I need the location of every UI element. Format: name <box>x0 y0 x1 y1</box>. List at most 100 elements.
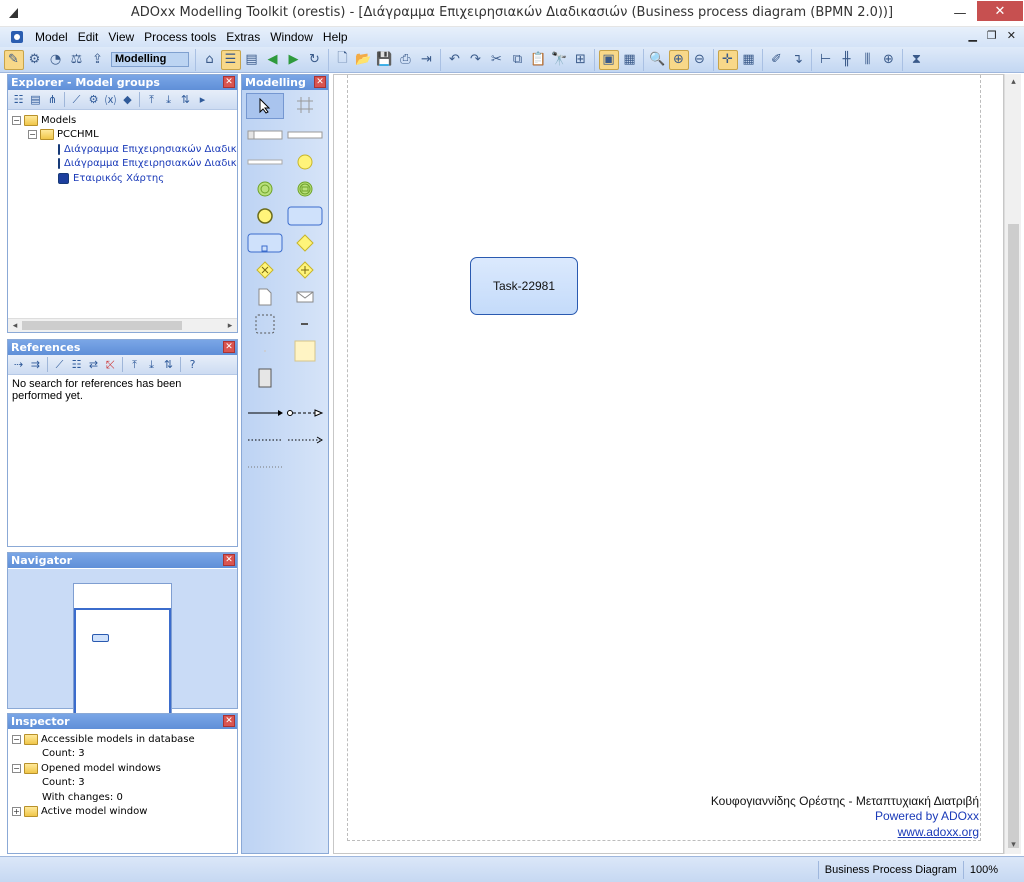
home-icon[interactable]: ⌂ <box>200 50 220 70</box>
text-annotation-icon[interactable] <box>286 312 324 336</box>
connector-routing-icon[interactable]: ↴ <box>788 50 808 70</box>
paste-icon[interactable]: 📋 <box>529 50 549 70</box>
end-event-icon[interactable] <box>246 204 284 228</box>
select-tool-icon[interactable] <box>246 93 284 119</box>
scroll-down-icon[interactable]: ▾ <box>1005 837 1022 854</box>
forward-icon[interactable]: ▶ <box>284 50 304 70</box>
save-icon[interactable]: 💾 <box>375 50 395 70</box>
back-icon[interactable]: ◀ <box>263 50 283 70</box>
menu-help[interactable]: Help <box>318 30 353 44</box>
group-line-icon[interactable] <box>246 150 284 174</box>
navigator-viewport[interactable] <box>74 608 171 722</box>
inspector-item-active-window[interactable]: + Active model window <box>12 805 237 820</box>
inspector-item-opened-windows[interactable]: − Opened model windows <box>12 761 237 776</box>
message-flow-icon[interactable] <box>286 401 324 425</box>
hourglass-icon[interactable]: ⧗ <box>907 50 927 70</box>
database-icon[interactable]: ☰ <box>220 49 241 70</box>
export-icon[interactable]: ⇥ <box>417 50 437 70</box>
navigator-thumbnail[interactable] <box>73 583 172 723</box>
scrollbar-thumb[interactable] <box>1008 224 1019 848</box>
menu-process-tools[interactable]: Process tools <box>139 30 221 44</box>
collapse-icon[interactable]: − <box>12 763 21 773</box>
collapse-all-icon[interactable]: ⤒ <box>143 91 160 108</box>
chart-icon[interactable]: ⟋ <box>68 91 85 108</box>
tree-item-pcchml[interactable]: − PCCHML <box>12 128 237 143</box>
tree-item-model[interactable]: Εταιρικός Χάρτης <box>12 171 237 186</box>
windows-icon[interactable]: ▤ <box>242 50 262 70</box>
swap-icon[interactable]: ⇄ <box>85 356 102 373</box>
gateway-tool-icon[interactable] <box>286 231 324 255</box>
palette-close-icon[interactable]: ✕ <box>314 76 326 88</box>
zoom-select-icon[interactable]: ⊖ <box>690 50 710 70</box>
lane-horizontal-icon[interactable] <box>286 123 324 147</box>
analysis-component-icon[interactable]: ⚙ <box>25 50 45 70</box>
open-model-icon[interactable]: 📂 <box>354 50 374 70</box>
group-tool-icon[interactable] <box>246 312 284 336</box>
sort-icon[interactable]: ⇅ <box>177 91 194 108</box>
model-list-icon[interactable]: ▤ <box>27 91 44 108</box>
tree-item-model[interactable]: Διάγραμμα Επιχειρησιακών Διαδικασιών <box>12 142 237 157</box>
new-model-icon[interactable]: 🗋 <box>333 50 353 70</box>
chart-icon[interactable]: ⟋ <box>51 356 68 373</box>
reference-search-icon[interactable]: ⇢ <box>10 356 27 373</box>
swimlane-tool-icon[interactable] <box>286 93 324 117</box>
data-object-icon[interactable] <box>246 285 284 309</box>
remove-reference-icon[interactable]: ⤪ <box>102 356 119 373</box>
inspector-close-icon[interactable]: ✕ <box>223 715 235 727</box>
expand-all-icon[interactable]: ⤓ <box>160 91 177 108</box>
evaluation-component-icon[interactable]: ⚖ <box>67 50 87 70</box>
hierarchy-icon[interactable]: ⋔ <box>44 91 61 108</box>
model-canvas[interactable]: Task-22981 Κουφογιαννίδης Ορέστης - Μετα… <box>333 74 1004 854</box>
intermediate-event-message-icon[interactable] <box>286 177 324 201</box>
scroll-up-icon[interactable]: ▴ <box>1005 74 1022 91</box>
canvas-vertical-scrollbar[interactable]: ▴ ▾ <box>1004 74 1021 854</box>
align-left-icon[interactable]: ⊢ <box>816 50 836 70</box>
simulation-component-icon[interactable]: ◔ <box>46 50 66 70</box>
message-icon[interactable] <box>286 285 324 309</box>
references-close-icon[interactable]: ✕ <box>223 341 235 353</box>
refresh-icon[interactable]: ↻ <box>305 50 325 70</box>
collapse-icon[interactable]: − <box>12 115 21 125</box>
list-icon[interactable]: ☷ <box>68 356 85 373</box>
menu-extras[interactable]: Extras <box>221 30 265 44</box>
point-tool-icon[interactable] <box>246 339 284 363</box>
parallel-gateway-icon[interactable] <box>286 258 324 282</box>
modelling-component-icon[interactable]: ✎ <box>3 49 24 70</box>
association-icon[interactable] <box>246 428 284 452</box>
tree-item-models[interactable]: − Models <box>12 113 237 128</box>
model-groups-icon[interactable]: ☷ <box>10 91 27 108</box>
show-grid-icon[interactable]: ▦ <box>739 50 759 70</box>
menu-window[interactable]: Window <box>265 30 318 44</box>
menu-model[interactable]: Model <box>30 30 73 44</box>
explorer-horizontal-scrollbar[interactable]: ◂ ▸ <box>8 318 237 332</box>
collapse-all-icon[interactable]: ⤒ <box>126 356 143 373</box>
close-window-button[interactable]: ✕ <box>977 1 1023 21</box>
diamond-icon[interactable]: ◆ <box>119 91 136 108</box>
marker-icon[interactable]: ✐ <box>767 50 787 70</box>
distribute-vertical-icon[interactable]: ⊕ <box>879 50 899 70</box>
copy-icon[interactable]: ⧉ <box>508 50 528 70</box>
tree-item-model[interactable]: Διάγραμμα Επιχειρησιακών Διαδικασιών <box>12 157 237 172</box>
undo-icon[interactable]: ↶ <box>445 50 465 70</box>
dotted-connector-icon[interactable] <box>246 455 284 479</box>
exclusive-gateway-icon[interactable] <box>246 258 284 282</box>
menu-view[interactable]: View <box>103 30 139 44</box>
inspector-item-accessible-models[interactable]: − Accessible models in database <box>12 732 237 747</box>
align-center-icon[interactable]: ╫ <box>837 50 857 70</box>
zoom-icon[interactable]: 🔍 <box>648 50 668 70</box>
scroll-right-icon[interactable]: ▸ <box>223 319 237 333</box>
zoom-fit-icon[interactable]: ⊕ <box>668 49 689 70</box>
model-document-icon[interactable] <box>10 30 24 44</box>
adoxx-website-link[interactable]: www.adoxx.org <box>898 825 979 839</box>
explorer-close-icon[interactable]: ✕ <box>223 76 235 88</box>
sort-icon[interactable]: ⇅ <box>160 356 177 373</box>
import-export-component-icon[interactable]: ⇪ <box>88 50 108 70</box>
sequence-flow-icon[interactable] <box>246 401 284 425</box>
scroll-left-icon[interactable]: ◂ <box>8 319 22 333</box>
pool-horizontal-icon[interactable] <box>246 123 284 147</box>
intermediate-event-icon[interactable] <box>246 177 284 201</box>
minimize-button[interactable]: — <box>943 0 977 27</box>
print-icon[interactable]: ⎙ <box>396 50 416 70</box>
note-icon[interactable] <box>286 339 324 363</box>
collapse-icon[interactable]: − <box>12 734 21 744</box>
